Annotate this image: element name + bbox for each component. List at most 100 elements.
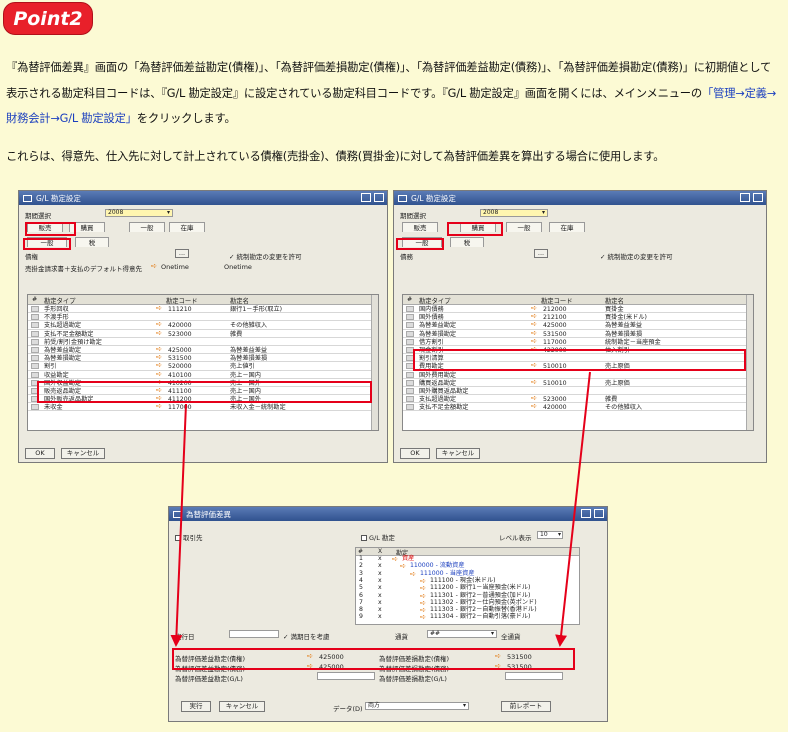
link-arrow-icon[interactable]: ➪ [156,329,162,337]
account-code[interactable]: 510010 [543,363,567,370]
row-selector[interactable] [406,330,414,337]
account-code[interactable]: 422000 [543,347,567,354]
row-selector[interactable] [31,314,39,321]
table-row[interactable]: 支払超過勘定 ➪ 420000 その他雑収入 [28,321,378,330]
account-code[interactable]: 425000 [543,322,567,329]
table-row[interactable]: 国外販売返品勘定 ➪ 411200 売上－国外 [28,395,378,404]
link-arrow-icon[interactable]: ➪ [531,395,537,402]
table-row[interactable]: 国外費用勘定 [403,371,753,379]
table-row[interactable]: 手形回収 ➪ 111210 銀行1－手形(取立) [28,305,378,314]
account-code[interactable]: 420000 [543,404,567,411]
close-icon[interactable] [594,509,604,518]
link-arrow-icon[interactable]: ➪ [156,386,162,394]
subtab-general[interactable]: 一般 [27,237,67,247]
ok-button[interactable]: OK [400,448,430,459]
account-code[interactable]: 212100 [543,314,567,321]
account-code[interactable]: 520000 [168,363,192,370]
subtab-general[interactable]: 一般 [402,237,442,247]
account-code[interactable]: 410200 [168,380,192,387]
table-row[interactable]: 不渡手形 [28,313,378,322]
link-arrow-icon[interactable]: ➪ [531,329,537,337]
gain-gl-input[interactable] [317,672,375,680]
scrollbar[interactable] [371,295,378,430]
row-selector[interactable] [31,338,39,345]
table-row[interactable]: 購買返品勘定 ➪ 510010 売上原価 [403,378,753,387]
link-arrow-icon[interactable]: ➪ [495,652,501,660]
account-code[interactable]: 212000 [543,306,567,313]
tree-arrow-icon[interactable]: ➪ [392,556,398,563]
row-selector[interactable] [406,306,414,312]
link-arrow-icon[interactable]: ➪ [156,362,162,369]
row-selector[interactable] [406,363,414,370]
maximize-icon[interactable] [581,509,591,518]
link-arrow-icon[interactable]: ➪ [531,345,537,353]
tree-arrow-icon[interactable]: ➪ [410,570,416,578]
link-arrow-icon[interactable]: ➪ [156,403,162,410]
table-row[interactable]: 国外債務 ➪ 212100 買掛金(米ドル) [403,313,753,322]
subtab-tax[interactable]: 税 [450,237,484,247]
account-code[interactable]: 117000 [168,404,192,411]
row-selector[interactable] [406,322,414,329]
allow-change-checkbox[interactable]: ✓ 統制勘定の変更を許可 [229,251,302,261]
maximize-icon[interactable] [740,193,750,202]
level-select[interactable]: 10 ▾ [537,531,563,539]
row-selector[interactable] [31,387,39,394]
row-selector[interactable] [406,387,414,394]
row-selector[interactable] [406,338,414,345]
link-arrow-icon[interactable]: ➪ [156,370,162,378]
account-code[interactable]: 411200 [168,396,192,403]
row-selector[interactable] [406,314,414,321]
ok-button[interactable]: OK [25,448,55,459]
close-icon[interactable] [753,193,763,202]
link-arrow-icon[interactable]: ➪ [531,403,537,410]
period-select[interactable]: 2008 ▾ [105,209,173,217]
period-select[interactable]: 2008 ▾ [480,209,548,217]
table-row[interactable]: 為替差損勘定 ➪ 531500 為替差損差損 [403,329,753,338]
row-selector[interactable] [31,355,39,362]
link-arrow-icon[interactable]: ➪ [151,262,157,270]
close-icon[interactable] [374,193,384,202]
account-code[interactable]: 411100 [168,388,192,395]
gain-payable-code[interactable]: 425000 [319,663,344,671]
row-selector[interactable] [31,322,39,329]
account-code[interactable]: 425000 [168,347,192,354]
row-selector[interactable] [406,396,414,403]
link-arrow-icon[interactable]: ➪ [156,321,162,328]
link-arrow-icon[interactable]: ➪ [156,305,162,312]
loss-gl-input[interactable] [505,672,563,680]
row-selector[interactable] [31,396,39,403]
link-arrow-icon[interactable]: ➪ [531,321,537,328]
tab-purchasing[interactable]: 購買 [460,222,496,232]
tree-arrow-icon[interactable]: ➪ [400,563,406,570]
tree-arrow-icon[interactable]: ➪ [420,614,426,621]
table-row[interactable]: 収益勘定 ➪ 410100 売上－国内 [28,370,378,379]
row-selector[interactable] [406,355,414,362]
tab-purchasing[interactable]: 購買 [69,222,105,232]
cancel-button[interactable]: キャンセル [219,701,265,712]
table-row[interactable]: 借方割引 ➪ 117000 統制勘定－当座預金 [403,337,753,346]
link-arrow-icon[interactable]: ➪ [156,378,162,386]
exec-date-input[interactable] [229,630,279,638]
link-arrow-icon[interactable]: ➪ [307,662,313,670]
maximize-icon[interactable] [361,193,371,202]
table-row[interactable]: 未収金 ➪ 117000 未収入金－統制勘定 [28,403,378,412]
tab-inventory[interactable]: 在庫 [169,222,205,232]
row-selector[interactable] [406,346,414,353]
account-code[interactable]: 523000 [543,396,567,403]
account-code[interactable]: 111210 [168,306,192,313]
tab-inventory[interactable]: 在庫 [549,222,585,232]
link-arrow-icon[interactable]: ➪ [531,313,537,320]
data-select[interactable]: 両方 ▾ [365,702,469,710]
gl-account-checkbox[interactable]: G/L 勘定 [361,532,395,542]
account-code[interactable]: 510010 [543,380,567,387]
table-row[interactable]: 前受/割引金預け勘定 [28,338,378,346]
tree-arrow-icon[interactable]: ➪ [420,585,426,592]
account-code[interactable]: 420000 [168,322,192,329]
row-selector[interactable] [31,371,39,378]
table-row[interactable]: 販売返品勘定 ➪ 411100 売上－国内 [28,386,378,396]
allow-change-checkbox[interactable]: ✓ 統制勘定の変更を許可 [600,251,673,261]
table-row[interactable]: 支払不足金額勘定 ➪ 523000 雑費 [28,329,378,338]
account-browse-button[interactable]: ... [175,249,189,258]
link-arrow-icon[interactable]: ➪ [156,354,162,361]
table-row[interactable]: 支払不足金額勘定 ➪ 420000 その他雑収入 [403,403,753,412]
